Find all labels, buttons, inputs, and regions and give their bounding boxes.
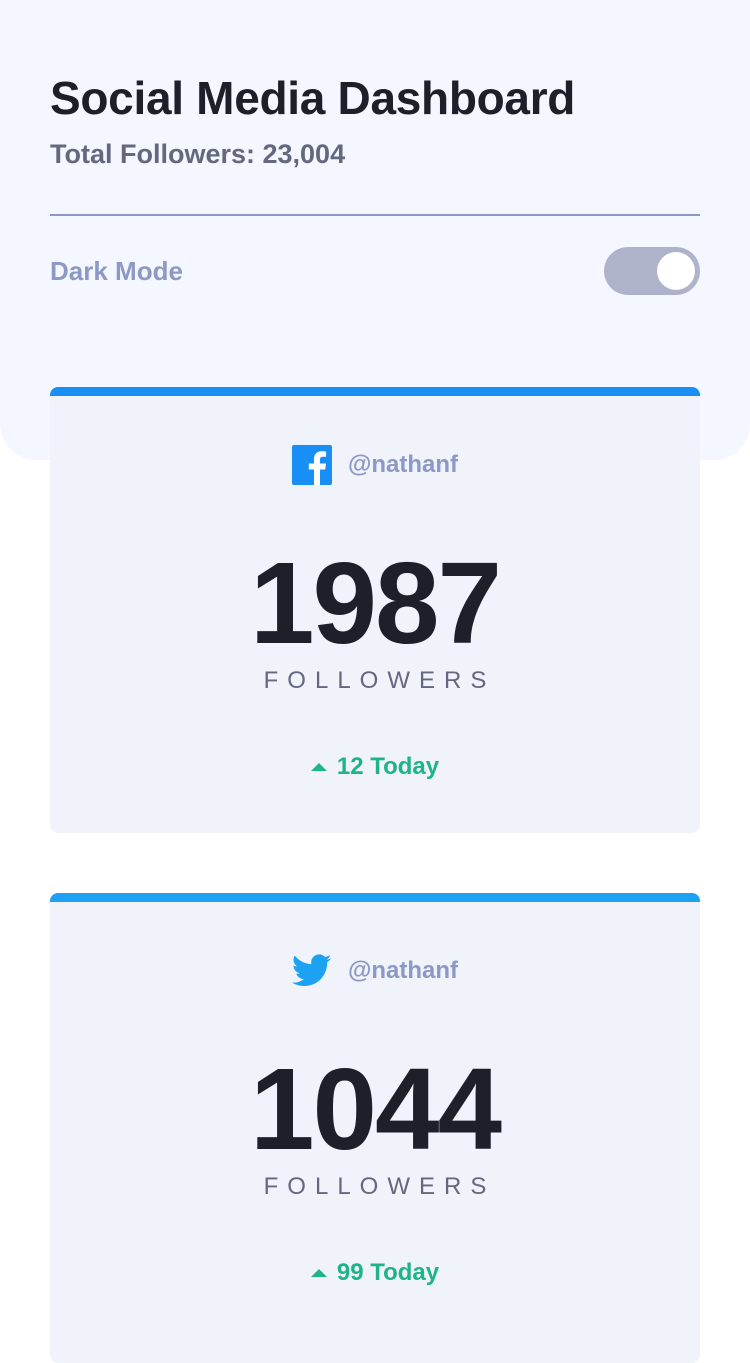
facebook-card[interactable]: @nathanf 1987 FOLLOWERS 12 Today (50, 387, 700, 833)
facebook-icon (291, 445, 332, 485)
today-change-text: 12 Today (336, 753, 440, 780)
card-handle: @nathanf (50, 445, 700, 485)
followers-label: FOLLOWERS (263, 1173, 496, 1200)
follower-count: 1044 (249, 1044, 502, 1174)
follower-count: 1987 (249, 538, 502, 668)
header-divider (50, 214, 700, 216)
page-title: Social Media Dashboard (50, 72, 576, 124)
today-change: 99 Today (50, 1259, 700, 1287)
today-change-text: 99 Today (336, 1259, 440, 1286)
toggle-knob[interactable] (657, 252, 695, 290)
dark-mode-toggle[interactable] (604, 247, 700, 295)
dark-mode-row: Dark Mode (50, 246, 700, 296)
up-arrow-icon (310, 763, 327, 771)
total-followers: Total Followers: 23,004 (50, 139, 346, 169)
followers-label: FOLLOWERS (263, 667, 496, 694)
handle-text: @nathanf (347, 451, 459, 478)
header: Social Media Dashboard Total Followers: … (50, 70, 700, 170)
card-accent-bar (50, 387, 700, 396)
twitter-card[interactable]: @nathanf 1044 FOLLOWERS 99 Today (50, 893, 700, 1363)
card-handle: @nathanf (50, 951, 700, 991)
today-change: 12 Today (50, 753, 700, 781)
handle-text: @nathanf (347, 957, 459, 984)
dark-mode-label: Dark Mode (50, 255, 183, 286)
twitter-icon (291, 951, 332, 991)
card-accent-bar (50, 893, 700, 902)
up-arrow-icon (310, 1269, 327, 1277)
